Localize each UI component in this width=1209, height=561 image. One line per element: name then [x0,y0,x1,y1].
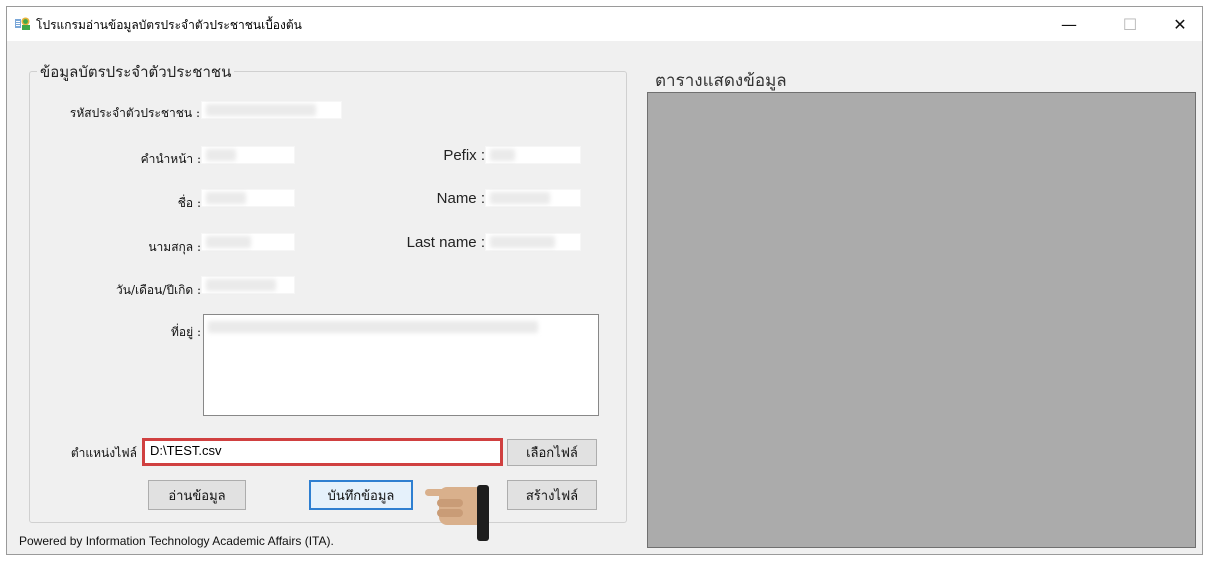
address-textarea[interactable] [203,314,599,416]
minimize-icon: — [1061,14,1077,34]
footer-credit: Powered by Information Technology Academ… [19,534,334,548]
file-path-input[interactable]: D:\TEST.csv [142,438,503,466]
window-title: โปรแกรมอ่านข้อมูลบัตรประจำตัวประชาชนเบื้… [36,18,302,32]
save-data-button[interactable]: บันทึกข้อมูล [309,480,413,510]
last-name-en-label: Last name : [406,234,485,251]
last-name-th-field[interactable] [201,233,295,251]
create-file-button[interactable]: สร้างไฟล์ [507,480,597,510]
prefix-en-label: Pefix : [443,147,485,164]
first-name-th-field[interactable] [201,189,295,207]
prefix-th-field[interactable] [201,146,295,164]
close-button[interactable]: ✕ [1157,7,1202,41]
birth-date-label: วัน/เดือน/ปีเกิด : [116,283,201,297]
app-icon [15,17,30,30]
maximize-button[interactable]: ☐ [1107,7,1153,41]
close-icon: ✕ [1173,14,1187,34]
first-name-en-label: Name : [436,190,485,207]
prefix-en-field[interactable] [485,146,581,164]
id-number-field[interactable] [201,101,342,119]
prefix-th-label: คำนำหน้า : [140,152,201,166]
minimize-button[interactable]: — [1046,7,1092,41]
read-data-button[interactable]: อ่านข้อมูล [148,480,246,510]
address-label: ที่อยู่ : [170,325,201,339]
first-name-th-label: ชื่อ : [177,196,201,210]
id-number-label: รหัสประจำตัวประชาชน : [69,106,200,120]
title-bar: โปรแกรมอ่านข้อมูลบัตรประจำตัวประชาชนเบื้… [7,7,1202,41]
table-panel-title: ตารางแสดงข้อมูล [655,71,787,91]
main-window: โปรแกรมอ่านข้อมูลบัตรประจำตัวประชาชนเบื้… [6,6,1203,555]
maximize-icon: ☐ [1122,14,1138,34]
first-name-en-field[interactable] [485,189,581,207]
last-name-th-label: นามสกุล : [148,240,201,254]
hand-pointer-icon [425,485,489,541]
card-info-group-title: ข้อมูลบัตรประจำตัวประชาชน [37,60,235,84]
file-path-label: ตำแหน่งไฟล์ [70,446,137,460]
birth-date-field[interactable] [201,276,295,294]
data-grid[interactable] [647,92,1196,548]
browse-file-button[interactable]: เลือกไฟล์ [507,439,597,466]
last-name-en-field[interactable] [485,233,581,251]
